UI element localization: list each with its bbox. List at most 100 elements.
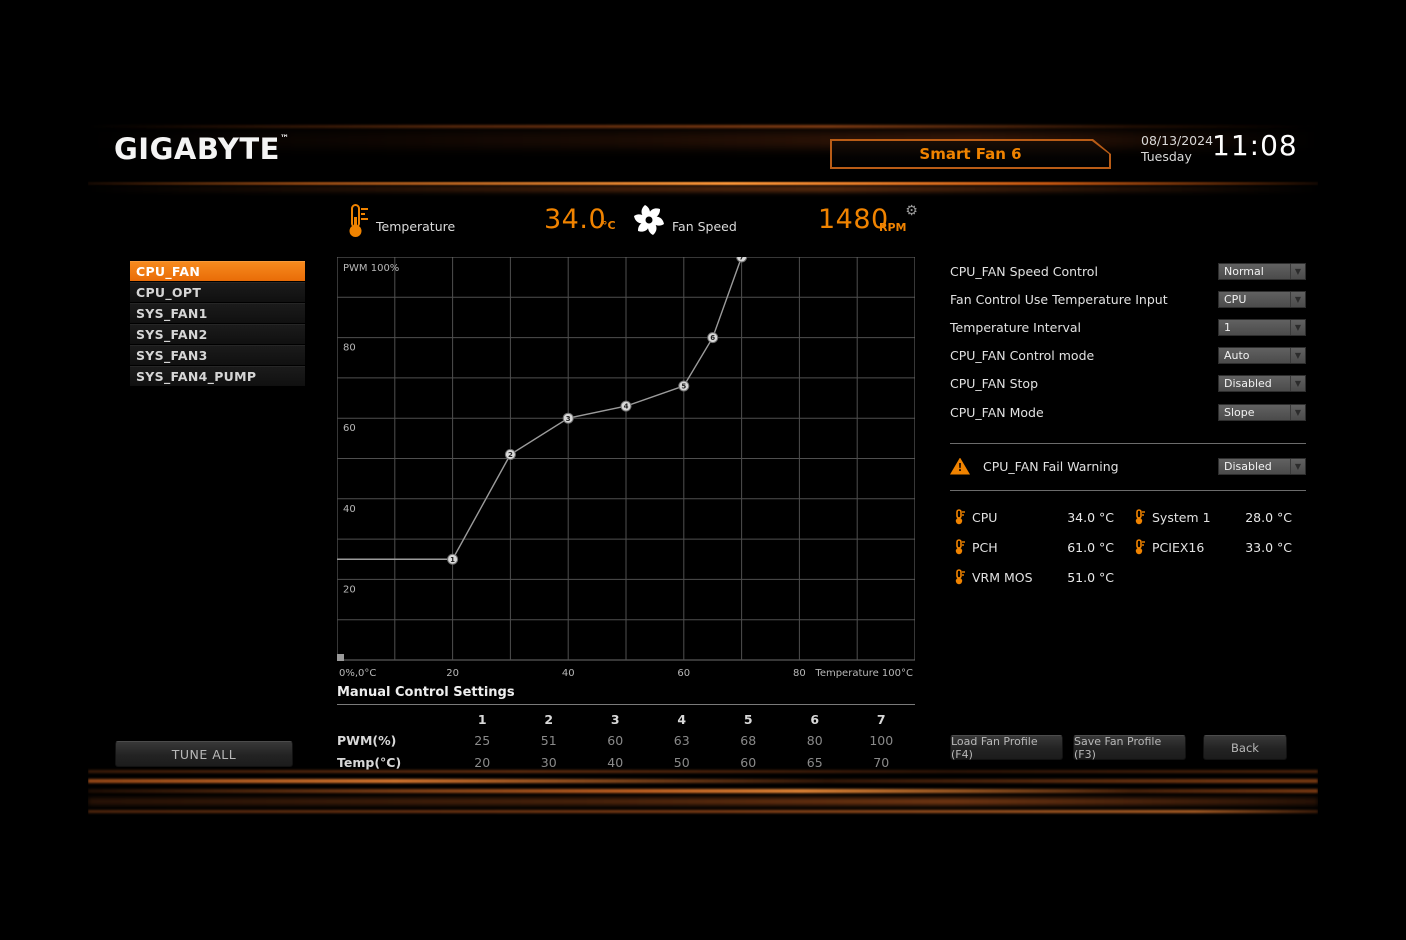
smart-fan-panel: GIGABYTE™ Smart Fan 6 08/13/2024 Tuesday…	[88, 120, 1318, 820]
pwm-value: 80	[782, 730, 849, 752]
thermometer-icon	[1134, 509, 1145, 525]
temperature-unit: °C	[602, 219, 616, 232]
column-header: 4	[649, 709, 716, 730]
setting-row-speed-control: CPU_FAN Speed Control Normal ▼	[950, 257, 1306, 285]
sidebar-item-sys-fan4-pump[interactable]: SYS_FAN4_PUMP	[130, 366, 305, 386]
system-weekday: Tuesday	[1141, 149, 1192, 164]
pwm-value: 60	[582, 730, 649, 752]
gigabyte-logo: GIGABYTE™	[114, 132, 289, 166]
sidebar-item-sys-fan3[interactable]: SYS_FAN3	[130, 345, 305, 365]
decorative-streak	[88, 779, 1318, 783]
fan-curve-chart[interactable]: PWM 100%80604020204060800%,0°CTemperatur…	[337, 257, 915, 684]
fail-warning-row: ! CPU_FAN Fail Warning Disabled ▼	[950, 452, 1306, 480]
svg-text:40: 40	[343, 504, 356, 515]
setting-row-fan-mode: CPU_FAN Mode Slope ▼	[950, 398, 1306, 426]
column-header: 5	[715, 709, 782, 730]
svg-text:20: 20	[343, 584, 356, 595]
sensor-vrm-mos: VRM MOS 51.0 °C	[954, 562, 1114, 592]
svg-text:7: 7	[739, 257, 744, 262]
sensor-system1: System 1 28.0 °C	[1134, 502, 1292, 532]
manual-control-table: 1 2 3 4 5 6 7 PWM(%) 25 51 60 63 68 80 1…	[337, 709, 915, 774]
temp-interval-dropdown[interactable]: 1 ▼	[1218, 319, 1306, 336]
fan-settings-panel: CPU_FAN Speed Control Normal ▼ Fan Contr…	[950, 257, 1306, 426]
sidebar-item-cpu-fan[interactable]: CPU_FAN	[130, 261, 305, 281]
temperature-label: Temperature	[376, 219, 455, 234]
chevron-down-icon: ▼	[1290, 320, 1305, 335]
decorative-streak	[88, 798, 1318, 805]
sensor-cpu: CPU 34.0 °C	[954, 502, 1114, 532]
fan-mode-dropdown[interactable]: Slope ▼	[1218, 404, 1306, 421]
system-time: 11:08	[1212, 129, 1298, 162]
decorative-streak	[88, 125, 1318, 128]
sensor-column-right: System 1 28.0 °C PCIEX16 33.0 °C	[1134, 502, 1292, 562]
fan-settings-gear-icon[interactable]: ⚙	[904, 204, 919, 219]
pwm-value: 100	[848, 730, 915, 752]
svg-text:4: 4	[624, 403, 629, 411]
svg-text:80: 80	[343, 343, 356, 354]
divider	[950, 443, 1306, 444]
column-header: 6	[782, 709, 849, 730]
thermometer-icon	[1134, 539, 1145, 555]
temp-value: 30	[516, 752, 583, 774]
column-header: 3	[582, 709, 649, 730]
sensor-pciex16: PCIEX16 33.0 °C	[1134, 532, 1292, 562]
chevron-down-icon: ▼	[1290, 348, 1305, 363]
svg-text:Temperature 100°C: Temperature 100°C	[814, 668, 913, 679]
svg-text:1: 1	[450, 556, 455, 564]
pwm-value: 25	[449, 730, 516, 752]
svg-text:20: 20	[446, 668, 459, 679]
load-fan-profile-button[interactable]: Load Fan Profile (F4)	[950, 735, 1063, 760]
setting-row-fan-stop: CPU_FAN Stop Disabled ▼	[950, 370, 1306, 398]
thermometer-icon	[346, 201, 370, 241]
setting-row-temp-input: Fan Control Use Temperature Input CPU ▼	[950, 285, 1306, 313]
svg-text:0%,0°C: 0%,0°C	[339, 668, 376, 679]
sidebar-item-cpu-opt[interactable]: CPU_OPT	[130, 282, 305, 302]
svg-text:40: 40	[562, 668, 575, 679]
temp-input-dropdown[interactable]: CPU ▼	[1218, 291, 1306, 308]
temp-value: 65	[782, 752, 849, 774]
speed-control-dropdown[interactable]: Normal ▼	[1218, 263, 1306, 280]
svg-text:3: 3	[566, 415, 571, 423]
column-header: 7	[848, 709, 915, 730]
chevron-down-icon: ▼	[1290, 292, 1305, 307]
temp-value: 20	[449, 752, 516, 774]
control-mode-dropdown[interactable]: Auto ▼	[1218, 347, 1306, 364]
fan-speed-unit: RPM	[879, 221, 906, 234]
decorative-streak	[88, 789, 1318, 793]
fan-stop-dropdown[interactable]: Disabled ▼	[1218, 375, 1306, 392]
column-header: 1	[449, 709, 516, 730]
thermometer-icon	[954, 569, 965, 585]
tab-smart-fan-6[interactable]: Smart Fan 6	[830, 139, 1111, 169]
decorative-streak	[88, 810, 1318, 813]
pwm-row-label: PWM(%)	[337, 730, 449, 752]
chevron-down-icon: ▼	[1290, 376, 1305, 391]
svg-text:6: 6	[710, 334, 715, 342]
divider	[337, 704, 915, 705]
back-button[interactable]: Back	[1203, 735, 1287, 760]
save-fan-profile-button[interactable]: Save Fan Profile (F3)	[1073, 735, 1186, 760]
fan-icon	[631, 202, 667, 238]
thermometer-icon	[954, 509, 965, 525]
pwm-value: 51	[516, 730, 583, 752]
bios-screen: GIGABYTE™ Smart Fan 6 08/13/2024 Tuesday…	[0, 0, 1406, 940]
fail-warning-dropdown[interactable]: Disabled ▼	[1218, 458, 1306, 475]
sidebar-item-sys-fan1[interactable]: SYS_FAN1	[130, 303, 305, 323]
thermometer-icon	[954, 539, 965, 555]
svg-text:60: 60	[343, 423, 356, 434]
sidebar-item-sys-fan2[interactable]: SYS_FAN2	[130, 324, 305, 344]
manual-control-settings-title: Manual Control Settings	[337, 685, 515, 700]
temperature-value: 34.0	[544, 204, 606, 235]
svg-text:80: 80	[793, 668, 806, 679]
tab-smart-fan-6-label: Smart Fan 6	[832, 141, 1109, 167]
fan-speed-label: Fan Speed	[672, 219, 737, 234]
fan-list: CPU_FAN CPU_OPT SYS_FAN1 SYS_FAN2 SYS_FA…	[130, 261, 305, 387]
temp-value: 50	[649, 752, 716, 774]
chevron-down-icon: ▼	[1290, 264, 1305, 279]
tune-all-button[interactable]: TUNE ALL	[115, 741, 293, 767]
sensor-column-left: CPU 34.0 °C PCH 61.0 °C VRM MOS 51.0 °C	[954, 502, 1114, 592]
svg-text:2: 2	[508, 451, 513, 459]
svg-text:60: 60	[677, 668, 690, 679]
chevron-down-icon: ▼	[1290, 405, 1305, 420]
warning-icon: !	[950, 458, 970, 475]
temp-value: 40	[582, 752, 649, 774]
